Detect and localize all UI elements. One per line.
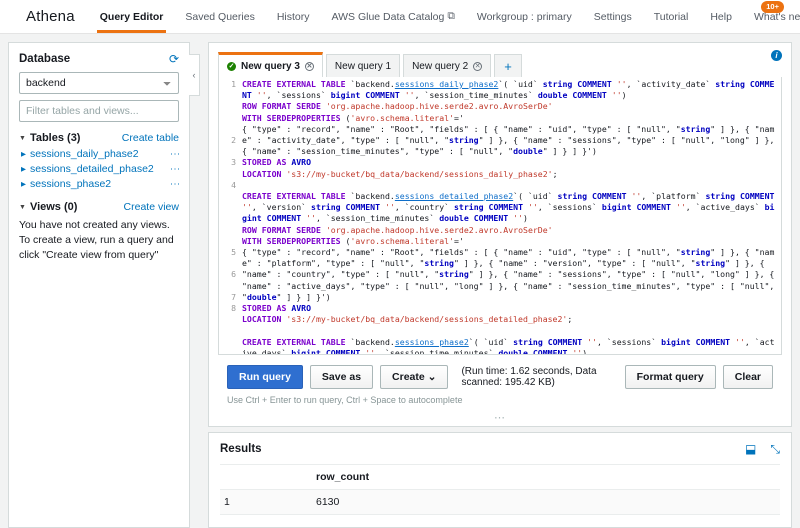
results-header: Results ⬓ ⤡: [220, 443, 780, 455]
database-select[interactable]: backend: [19, 72, 179, 94]
table-item-sessions-daily-phase2[interactable]: ▶ sessions_daily_phase2: [21, 148, 139, 160]
query-tab-new-query-3[interactable]: ✓ New query 3 ✕: [218, 52, 323, 77]
database-sidebar: Database ⟳ backend ▼ Tables (3) Create t…: [8, 42, 190, 528]
editor-action-bar: Run query Save as Create ⌄ (Run time: 1.…: [218, 355, 782, 389]
filter-tables-input[interactable]: [19, 100, 179, 122]
run-query-button[interactable]: Run query: [227, 365, 303, 389]
table-row-menu-icon[interactable]: ⋮: [170, 179, 179, 189]
nav-item-help[interactable]: Help: [699, 0, 743, 33]
page-body: Database ⟳ backend ▼ Tables (3) Create t…: [0, 34, 800, 528]
table-row-menu-icon[interactable]: ⋮: [170, 149, 179, 159]
nav-item-workgroup-label: Workgroup : primary: [477, 11, 572, 23]
athena-brand-logo: Athena: [0, 0, 89, 33]
nav-item-saved-queries[interactable]: Saved Queries: [174, 0, 265, 33]
views-group-label: Views (0): [30, 201, 78, 213]
results-column-row-count: row_count: [312, 465, 780, 490]
query-tab-new-query-2[interactable]: New query 2 ✕: [403, 54, 491, 77]
nav-item-tutorial[interactable]: Tutorial: [643, 0, 700, 33]
results-column-index: [220, 465, 312, 490]
tables-group-label: Tables (3): [30, 132, 81, 144]
table-item-label: sessions_phase2: [30, 178, 111, 190]
add-query-tab-button[interactable]: +: [494, 54, 522, 77]
external-link-icon: ⧉: [447, 10, 455, 23]
chevron-down-icon: ▼: [19, 135, 26, 142]
nav-item-settings[interactable]: Settings: [583, 0, 643, 33]
sql-code-text[interactable]: CREATE EXTERNAL TABLE `backend.sessions_…: [239, 77, 781, 354]
query-tab-strip: ✓ New query 3 ✕ New query 1 New query 2 …: [218, 52, 782, 77]
views-group-header: ▼ Views (0) Create view: [19, 201, 179, 213]
results-actions: ⬓ ⤡: [745, 443, 780, 455]
nav-item-workgroup[interactable]: Workgroup : primary: [466, 0, 583, 33]
nav-item-history[interactable]: History: [266, 0, 321, 33]
nav-item-history-label: History: [277, 11, 310, 23]
refresh-icon[interactable]: ⟳: [169, 53, 179, 65]
results-panel: Results ⬓ ⤡ row_count 1 6130: [208, 432, 792, 528]
sidebar-header: Database ⟳: [19, 53, 179, 65]
panel-resize-handle[interactable]: ⋯: [218, 414, 782, 426]
table-item-label: sessions_daily_phase2: [30, 148, 139, 160]
chevron-right-icon: ▶: [21, 180, 26, 188]
table-row[interactable]: ▶ sessions_detailed_phase2 ⋮: [19, 161, 179, 176]
table-row-menu-icon[interactable]: ⋮: [170, 164, 179, 174]
table-row[interactable]: ▶ sessions_daily_phase2 ⋮: [19, 146, 179, 161]
keyboard-shortcut-hint: Use Ctrl + Enter to run query, Ctrl + Sp…: [218, 389, 782, 414]
table-item-sessions-phase2[interactable]: ▶ sessions_phase2: [21, 178, 111, 190]
main-content: i ✓ New query 3 ✕ New query 1 New query …: [208, 42, 792, 528]
sidebar-collapse-chevron-icon[interactable]: ‹: [189, 54, 200, 96]
nav-item-query-editor-label: Query Editor: [100, 11, 164, 23]
table-item-sessions-detailed-phase2[interactable]: ▶ sessions_detailed_phase2: [21, 163, 154, 175]
query-tab-label: New query 3: [241, 61, 300, 72]
sidebar-title: Database: [19, 53, 70, 65]
table-item-label: sessions_detailed_phase2: [30, 163, 154, 175]
nav-item-glue-data-catalog-label: AWS Glue Data Catalog: [332, 11, 445, 23]
info-icon[interactable]: i: [771, 50, 782, 61]
query-tab-new-query-1[interactable]: New query 1: [326, 54, 400, 77]
chevron-right-icon: ▶: [21, 150, 26, 158]
line-number-gutter: 1 2 3 4 5 6 78 9 10 11 12 13 1415 16 17 …: [219, 77, 239, 354]
save-as-button[interactable]: Save as: [310, 365, 373, 389]
tables-group-header: ▼ Tables (3) Create table: [19, 132, 179, 144]
nav-item-help-label: Help: [710, 11, 732, 23]
nav-item-settings-label: Settings: [594, 11, 632, 23]
views-group-title[interactable]: ▼ Views (0): [19, 201, 77, 213]
results-title: Results: [220, 443, 262, 455]
expand-results-icon[interactable]: ⤡: [770, 443, 780, 455]
tab-close-icon[interactable]: ✕: [305, 62, 314, 71]
results-header-row: row_count: [220, 465, 780, 490]
chevron-right-icon: ▶: [21, 165, 26, 173]
results-cell-row-count: 6130: [312, 490, 780, 515]
chevron-down-icon: ▼: [19, 204, 26, 211]
views-empty-note: You have not created any views. To creat…: [19, 218, 179, 264]
tables-group-title[interactable]: ▼ Tables (3): [19, 132, 80, 144]
tab-status-success-icon: ✓: [227, 62, 236, 71]
top-navigation-bar: Athena Query Editor Saved Queries Histor…: [0, 0, 800, 34]
create-table-link[interactable]: Create table: [122, 132, 179, 144]
sql-code-area[interactable]: 1 2 3 4 5 6 78 9 10 11 12 13 1415 16 17 …: [218, 77, 782, 355]
editor-action-bar-right: Format query Clear: [618, 365, 773, 389]
whats-new-notification-badge: 10+: [761, 1, 784, 13]
query-tab-label: New query 2: [412, 61, 468, 72]
table-row[interactable]: 1 6130: [220, 490, 780, 515]
nav-item-saved-queries-label: Saved Queries: [185, 11, 254, 23]
tab-close-icon[interactable]: ✕: [473, 62, 482, 71]
query-tab-label: New query 1: [335, 61, 391, 72]
create-view-link[interactable]: Create view: [124, 201, 179, 213]
download-results-icon[interactable]: ⬓: [745, 443, 756, 455]
run-statistics-text: (Run time: 1.62 seconds, Data scanned: 1…: [461, 366, 617, 388]
format-query-button[interactable]: Format query: [625, 365, 716, 389]
nav-item-query-editor[interactable]: Query Editor: [89, 0, 175, 33]
nav-item-glue-data-catalog[interactable]: AWS Glue Data Catalog ⧉: [321, 0, 466, 33]
create-dropdown-button[interactable]: Create ⌄: [380, 365, 448, 389]
clear-button[interactable]: Clear: [723, 365, 773, 389]
results-table: row_count 1 6130: [220, 464, 780, 515]
results-cell-index: 1: [220, 490, 312, 515]
table-row[interactable]: ▶ sessions_phase2 ⋮: [19, 176, 179, 191]
query-editor-panel: i ✓ New query 3 ✕ New query 1 New query …: [208, 42, 792, 427]
nav-item-tutorial-label: Tutorial: [654, 11, 689, 23]
